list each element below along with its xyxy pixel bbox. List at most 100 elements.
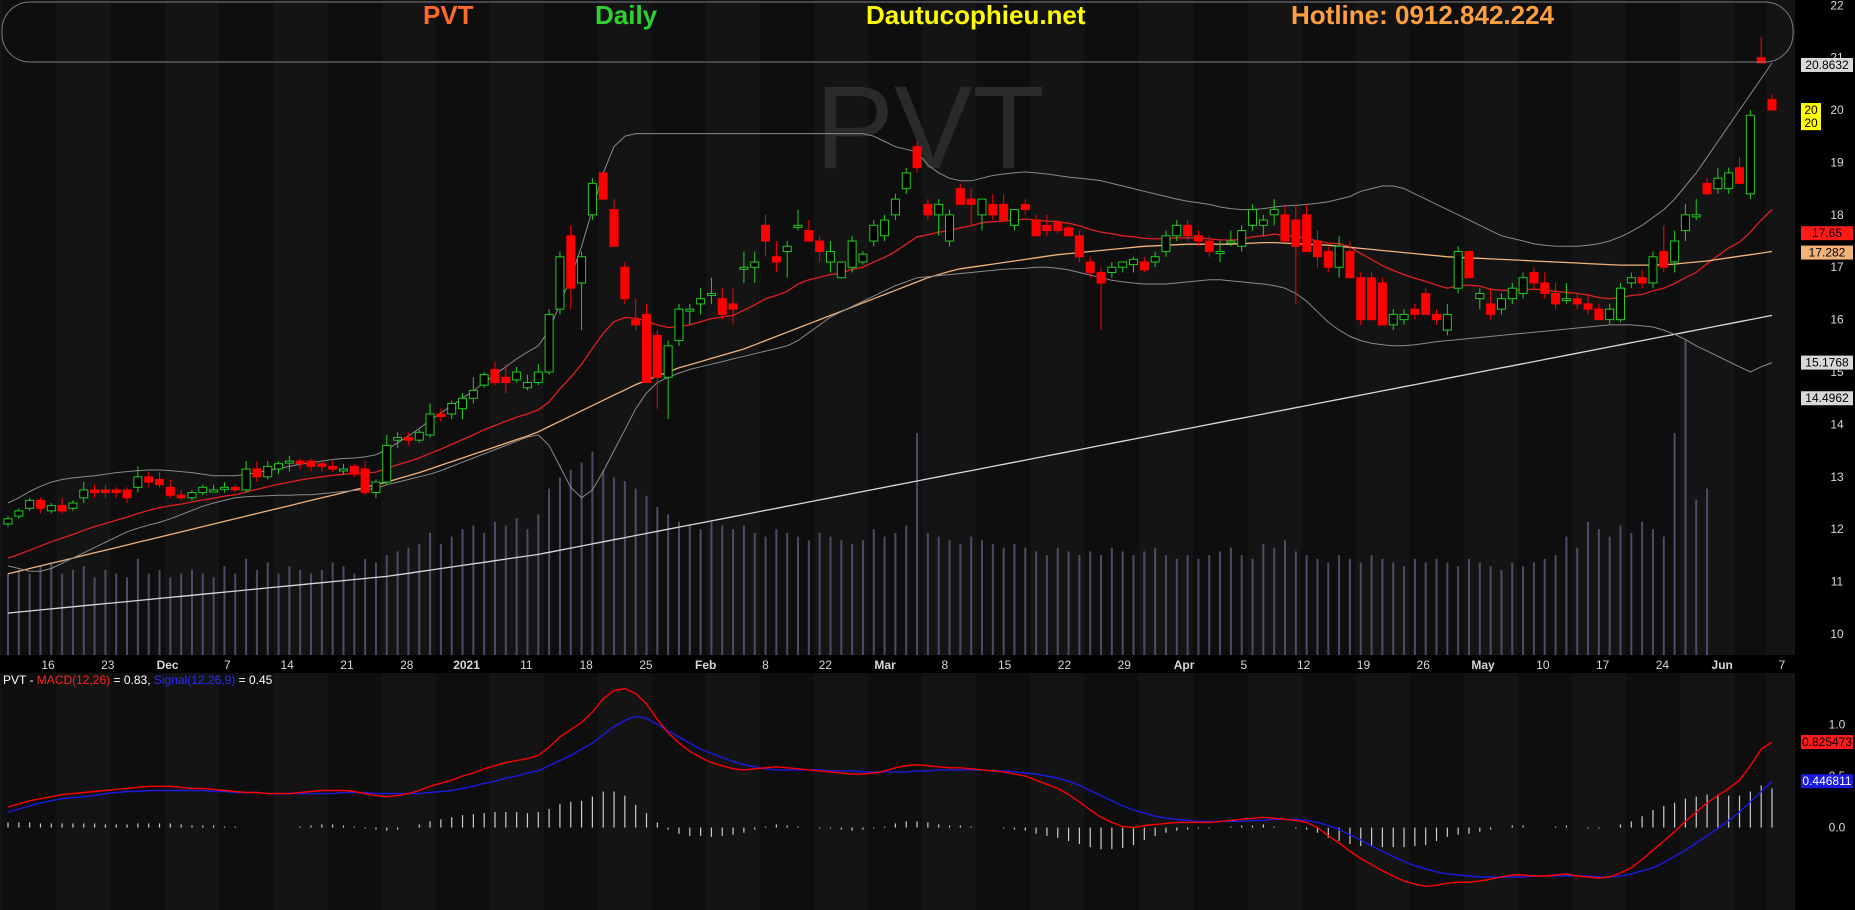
volume-bar <box>699 529 702 655</box>
candle-body <box>1670 240 1680 263</box>
volume-bar <box>732 529 735 655</box>
volume-bar <box>1284 540 1287 655</box>
candle-body <box>1399 313 1409 321</box>
volume-bar <box>439 544 442 655</box>
x-axis-strip <box>0 655 1795 673</box>
candle-body <box>328 465 338 470</box>
volume-bar <box>1164 555 1167 655</box>
y-tick-label: 14 <box>1830 417 1844 431</box>
x-tick-label: 8 <box>762 658 769 672</box>
volume-bar <box>807 540 810 655</box>
volume-bar <box>418 544 421 655</box>
x-tick-label: 25 <box>639 658 653 672</box>
volume-bar <box>872 529 875 655</box>
candle-body <box>555 256 565 310</box>
x-tick-label: 23 <box>101 658 115 672</box>
price-label: 17.65 <box>1812 226 1842 240</box>
volume-bar <box>1446 562 1449 655</box>
candle-body <box>663 345 673 378</box>
candle-body <box>717 298 727 315</box>
volume-bar <box>1197 558 1200 655</box>
volume-bar <box>1695 499 1698 655</box>
volume-bar <box>558 477 561 655</box>
candle-body <box>1453 251 1463 289</box>
candle-body <box>393 437 403 441</box>
candle-body <box>782 245 792 253</box>
volume-bar <box>1457 566 1460 655</box>
volume-bar <box>851 544 854 655</box>
volume-bar <box>667 514 670 655</box>
volume-bar <box>645 495 648 655</box>
y-tick-label: 12 <box>1830 522 1844 536</box>
volume-bar <box>1489 566 1492 655</box>
volume-bar <box>223 566 226 655</box>
volume-bar <box>1078 555 1081 655</box>
candle-body <box>230 486 240 491</box>
candle-body <box>295 460 305 465</box>
candle-body <box>1248 209 1258 226</box>
macd-value-label: 0.446811 <box>1802 774 1851 788</box>
volume-bar <box>277 573 280 655</box>
candle-body <box>1496 298 1506 310</box>
volume-bar <box>1132 555 1135 655</box>
volume-bar <box>569 470 572 655</box>
volume-bar <box>1208 555 1211 655</box>
date-band <box>1301 0 1356 655</box>
price-label: 17.282 <box>1809 246 1846 260</box>
date-band <box>1734 0 1767 655</box>
macd-info-label: MACD(12,26) <box>36 673 111 687</box>
candle-body <box>598 172 608 200</box>
candle-body <box>544 313 554 373</box>
x-tick-label: 19 <box>1357 658 1371 672</box>
volume-bar <box>948 540 951 655</box>
y-tick-label: 13 <box>1830 470 1844 484</box>
candle-body <box>382 444 392 483</box>
volume-bar <box>591 451 594 655</box>
candle-body <box>1345 251 1355 279</box>
x-tick-label: 22 <box>1058 658 1072 672</box>
candle-body <box>1680 214 1690 232</box>
candle-body <box>1356 277 1366 321</box>
candle-body <box>1626 277 1636 284</box>
volume-bar <box>299 569 302 655</box>
volume-bar <box>201 573 204 655</box>
price-label: 20 <box>1804 116 1818 130</box>
candle-body <box>1745 114 1755 195</box>
candle-body <box>1183 224 1193 237</box>
volume-bar <box>742 525 745 655</box>
volume-bar <box>266 562 269 655</box>
candle-body <box>761 224 771 242</box>
signal-info-label: Signal(12,26,9) <box>153 673 236 687</box>
volume-bar <box>634 488 637 655</box>
x-tick-label: 22 <box>819 658 833 672</box>
candle-body <box>79 489 89 499</box>
candle-body <box>685 308 695 312</box>
volume-bar <box>688 525 691 655</box>
candle-body <box>1215 251 1225 255</box>
volume-bar <box>1294 551 1297 655</box>
candle-body <box>1323 251 1333 268</box>
candle-body <box>1291 219 1301 247</box>
volume-bar <box>1651 529 1654 655</box>
candle-body <box>631 319 641 326</box>
macd-info-value: = 0.83, <box>113 673 151 687</box>
volume-bar <box>537 514 540 655</box>
candle-body <box>403 437 413 441</box>
volume-bar <box>1500 569 1503 655</box>
volume-bar <box>115 573 118 655</box>
header-period: Daily <box>595 0 658 30</box>
candle-body <box>187 492 197 499</box>
date-band <box>1517 0 1572 655</box>
volume-bar <box>1673 433 1676 655</box>
candle-body <box>35 499 45 509</box>
candle-body <box>447 402 457 415</box>
candle-body <box>1302 214 1312 253</box>
candle-body <box>1507 287 1517 300</box>
candle-body <box>1161 235 1171 253</box>
candle-body <box>652 334 662 378</box>
candle-body <box>771 256 781 263</box>
volume-bar <box>1576 547 1579 655</box>
candle-body <box>349 465 359 475</box>
candle-body <box>57 505 67 512</box>
volume-bar <box>353 573 356 655</box>
